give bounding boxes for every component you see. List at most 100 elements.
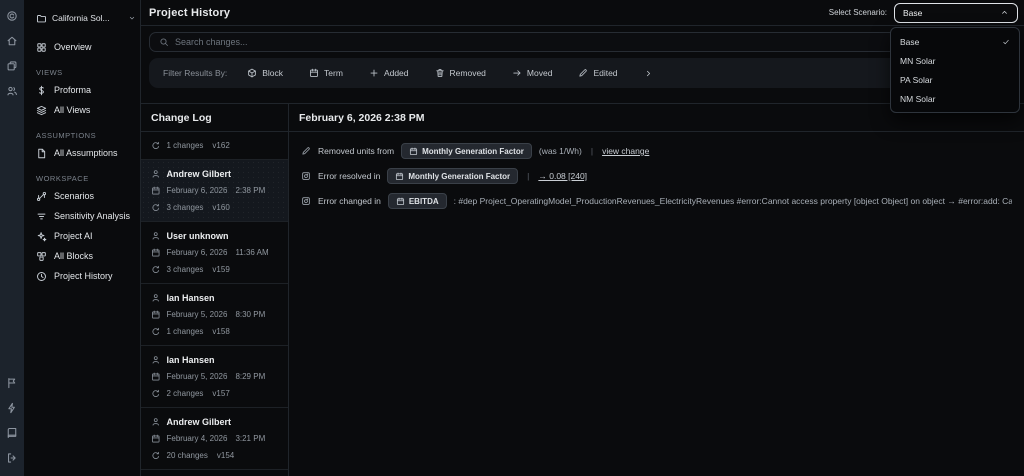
- entry-user: Ian Hansen: [166, 354, 215, 365]
- entry-date-row: February 5, 2026 8:30 PM: [151, 309, 278, 320]
- branch-icon: [36, 191, 47, 202]
- page-title: Project History: [149, 6, 231, 19]
- entry-date: February 5, 2026: [166, 372, 228, 381]
- pencil-icon: [578, 68, 588, 78]
- filter-button[interactable]: Term: [309, 68, 343, 78]
- clock-icon: [36, 271, 47, 282]
- filter-button[interactable]: Removed: [435, 68, 486, 78]
- layers-icon: [36, 105, 47, 116]
- entry-version: v160: [212, 203, 230, 212]
- sidebar-item[interactable]: Project History: [36, 266, 136, 286]
- entry-time: 2:38 PM: [235, 186, 266, 195]
- filter-button-label: Term: [324, 68, 343, 78]
- scenario-option[interactable]: MN Solar: [891, 51, 1019, 70]
- changelog-entry[interactable]: Ian Hansen February 5, 2026 8:29 PM 2 ch…: [141, 346, 288, 408]
- sidebar-item-overview[interactable]: Overview: [36, 37, 136, 57]
- logo-icon[interactable]: [6, 10, 18, 22]
- changelog-panel: Change Log 1 changes v162 Andrew Gilbert…: [141, 104, 289, 476]
- chip-label: Monthly Generation Factor: [408, 171, 511, 181]
- filter-button[interactable]: Edited: [578, 68, 618, 78]
- person-icon: [151, 417, 161, 427]
- scenario-option-label: Base: [900, 36, 920, 47]
- row-divider: |: [527, 171, 530, 181]
- document-icon: [36, 148, 47, 159]
- scenario-option[interactable]: Base: [891, 32, 1019, 51]
- change-link[interactable]: view change: [602, 146, 649, 156]
- change-link[interactable]: → 0.08 [240]: [538, 171, 587, 181]
- changelog-entry[interactable]: 1 changes v162: [141, 132, 288, 160]
- sidebar-item[interactable]: All Views: [36, 100, 136, 120]
- sidebar-item-label: Proforma: [54, 85, 92, 95]
- chip-label: EBITDA: [408, 196, 439, 206]
- row-divider: |: [590, 146, 594, 156]
- entry-date-row: February 5, 2026 8:29 PM: [151, 371, 278, 382]
- calendar-icon: [151, 186, 161, 196]
- sidebar-item[interactable]: Proforma: [36, 80, 136, 100]
- copies-icon[interactable]: [6, 60, 18, 72]
- filter-button-label: Removed: [449, 68, 486, 78]
- entry-version: v158: [212, 327, 230, 336]
- filter-button[interactable]: Moved: [512, 68, 552, 78]
- block-chip[interactable]: Monthly Generation Factor: [401, 143, 532, 159]
- entry-user: Andrew Gilbert: [166, 416, 232, 427]
- block-chip[interactable]: EBITDA: [387, 193, 447, 209]
- changelog-title: Change Log: [141, 104, 288, 132]
- scenario-select-value: Base: [903, 7, 923, 18]
- users-icon[interactable]: [6, 85, 18, 97]
- calendar-icon: [396, 197, 405, 206]
- entry-user-row: Ian Hansen: [151, 292, 278, 303]
- scenario-option[interactable]: PA Solar: [891, 70, 1019, 89]
- scenario-picker: Select Scenario: Base: [829, 2, 1018, 23]
- entry-version: v162: [212, 141, 230, 150]
- calendar-icon: [395, 172, 404, 181]
- block-chip[interactable]: Monthly Generation Factor: [387, 168, 519, 184]
- scenario-option[interactable]: NM Solar: [891, 89, 1019, 108]
- person-icon: [151, 293, 161, 303]
- sidebar-item[interactable]: Scenarios: [36, 186, 136, 206]
- entry-date: February 4, 2026: [166, 434, 228, 443]
- blocks-icon: [36, 251, 47, 262]
- scenario-select[interactable]: Base: [894, 2, 1018, 23]
- scenario-option-label: MN Solar: [900, 55, 936, 66]
- changelog-entry[interactable]: Andrew Gilbert: [141, 470, 288, 476]
- sidebar-item[interactable]: Sensitivity Analysis: [36, 206, 136, 226]
- flag-icon[interactable]: [6, 377, 18, 389]
- zap-icon[interactable]: [6, 402, 18, 414]
- chevron-down-icon: [128, 14, 136, 22]
- entry-date-row: February 6, 2026 11:36 AM: [151, 247, 278, 258]
- book-icon[interactable]: [6, 427, 18, 439]
- section-label-assumptions: ASSUMPTIONS: [36, 131, 97, 140]
- sidebar-item-label: Overview: [54, 42, 92, 52]
- entry-changes-count: 20 changes: [166, 451, 208, 460]
- changelog-entry[interactable]: Andrew Gilbert February 4, 2026 3:21 PM …: [141, 408, 288, 470]
- calendar-icon: [151, 372, 161, 382]
- filter-more-chevron-icon[interactable]: [644, 69, 653, 78]
- search-icon: [159, 37, 169, 47]
- entry-time: 11:36 AM: [235, 248, 269, 257]
- sidebar-item[interactable]: All Assumptions: [36, 143, 136, 163]
- chip-label: Monthly Generation Factor: [422, 146, 524, 156]
- filter-button[interactable]: Block: [247, 68, 283, 78]
- version-icon: [151, 451, 161, 461]
- search-input[interactable]: [175, 37, 1006, 47]
- changelog-entry[interactable]: Ian Hansen February 5, 2026 8:30 PM 1 ch…: [141, 284, 288, 346]
- home-icon[interactable]: [6, 35, 18, 47]
- logout-icon[interactable]: [6, 452, 18, 464]
- project-selector[interactable]: California Sol...: [36, 10, 136, 26]
- folder-icon: [36, 13, 47, 24]
- sidebar-section-assumptions: All Assumptions: [36, 143, 136, 163]
- entry-time: 8:29 PM: [235, 372, 266, 381]
- sidebar-item[interactable]: Project AI: [36, 226, 136, 246]
- entry-version: v154: [216, 451, 235, 460]
- sidebar-item-label: All Assumptions: [54, 148, 118, 158]
- entry-changes-count: 2 changes: [166, 389, 204, 398]
- changelog-entry[interactable]: User unknown February 6, 2026 11:36 AM 3…: [141, 222, 288, 284]
- entry-user: Andrew Gilbert: [166, 168, 232, 179]
- filter-button-label: Edited: [593, 68, 618, 78]
- filter-button[interactable]: Added: [369, 68, 409, 78]
- entry-user-row: Ian Hansen: [151, 354, 278, 365]
- sidebar-item[interactable]: All Blocks: [36, 246, 136, 266]
- changelog-entry[interactable]: Andrew Gilbert February 6, 2026 2:38 PM …: [141, 160, 288, 222]
- filter-bar: Filter Results By: Block Term Added Remo…: [149, 58, 1016, 88]
- trash-icon: [435, 68, 445, 78]
